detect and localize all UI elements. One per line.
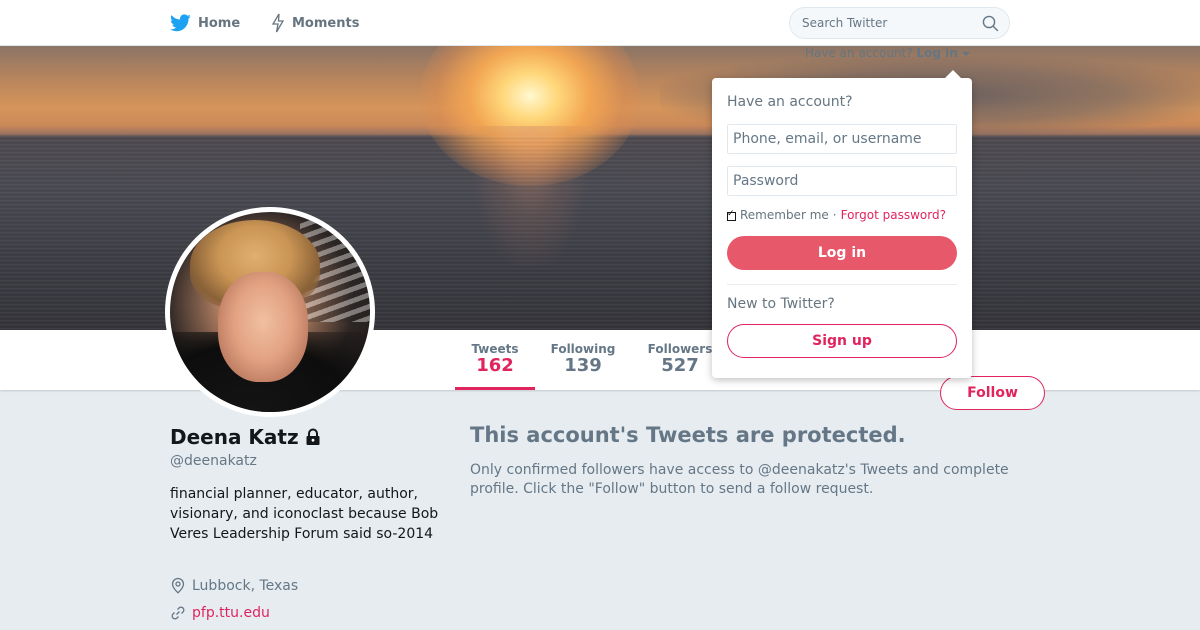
search-icon[interactable] — [982, 15, 999, 32]
login-hint: Have an account? Log in — [805, 46, 970, 60]
protected-title: This account's Tweets are protected. — [470, 423, 906, 447]
dropdown-heading: Have an account? — [727, 94, 853, 110]
stat-followers[interactable]: Followers 527 — [642, 330, 718, 390]
profile-handle[interactable]: @deenakatz — [170, 453, 257, 469]
remember-separator: · — [832, 208, 837, 222]
new-to-twitter-heading: New to Twitter? — [727, 296, 835, 312]
profile-bio: financial planner, educator, author, vis… — [170, 486, 439, 542]
profile-name-row: Deena Katz — [170, 425, 322, 449]
nav-moments[interactable]: Moments — [271, 0, 359, 46]
remember-row: Remember me · Forgot password? — [727, 208, 946, 222]
remember-label[interactable]: Remember me — [740, 208, 829, 222]
follow-button[interactable]: Follow — [940, 376, 1045, 410]
stat-tweets-value: 162 — [476, 355, 514, 376]
nav-home-label: Home — [198, 15, 241, 31]
username-input[interactable] — [727, 124, 957, 154]
avatar-photo — [170, 212, 370, 412]
stat-tweets-label: Tweets — [471, 342, 519, 356]
forgot-password-link[interactable]: Forgot password? — [841, 208, 946, 222]
profile-name[interactable]: Deena Katz — [170, 425, 299, 449]
stat-followers-label: Followers — [647, 342, 713, 356]
twitter-bird-icon — [170, 14, 191, 32]
search-box — [789, 7, 1010, 39]
login-hint-link[interactable]: Log in — [916, 46, 957, 60]
stat-tweets[interactable]: Tweets 162 — [455, 330, 535, 390]
signup-button[interactable]: Sign up — [727, 324, 957, 358]
dropdown-divider — [727, 284, 957, 285]
stat-following-value: 139 — [564, 355, 602, 376]
stat-followers-value: 527 — [661, 355, 699, 376]
lock-icon — [306, 428, 320, 445]
password-input[interactable] — [727, 166, 957, 196]
top-navigation: Home Moments — [0, 0, 1200, 46]
profile-url-link[interactable]: pfp.ttu.edu — [192, 605, 270, 621]
login-hint-text: Have an account? — [805, 46, 913, 60]
stat-following[interactable]: Following 139 — [544, 330, 622, 390]
login-button[interactable]: Log in — [727, 236, 957, 270]
lightning-icon — [271, 13, 285, 33]
profile-url: pfp.ttu.edu — [170, 605, 270, 621]
nav-moments-label: Moments — [292, 15, 360, 31]
profile-location-text: Lubbock, Texas — [192, 577, 299, 594]
profile-location: Lubbock, Texas — [170, 577, 298, 594]
protected-text: Only confirmed followers have access to … — [470, 462, 1009, 497]
search-input[interactable] — [802, 8, 972, 38]
avatar-face — [218, 272, 308, 382]
stat-following-label: Following — [550, 342, 616, 356]
link-icon — [171, 606, 185, 620]
dropdown-caret-icon[interactable] — [961, 51, 970, 57]
nav-home[interactable]: Home — [170, 0, 240, 46]
avatar[interactable] — [165, 207, 375, 417]
dropdown-caret — [945, 70, 961, 78]
location-pin-icon — [171, 577, 185, 594]
login-dropdown: Have an account? Remember me · Forgot pa… — [712, 70, 972, 378]
remember-checkbox[interactable] — [727, 209, 736, 221]
